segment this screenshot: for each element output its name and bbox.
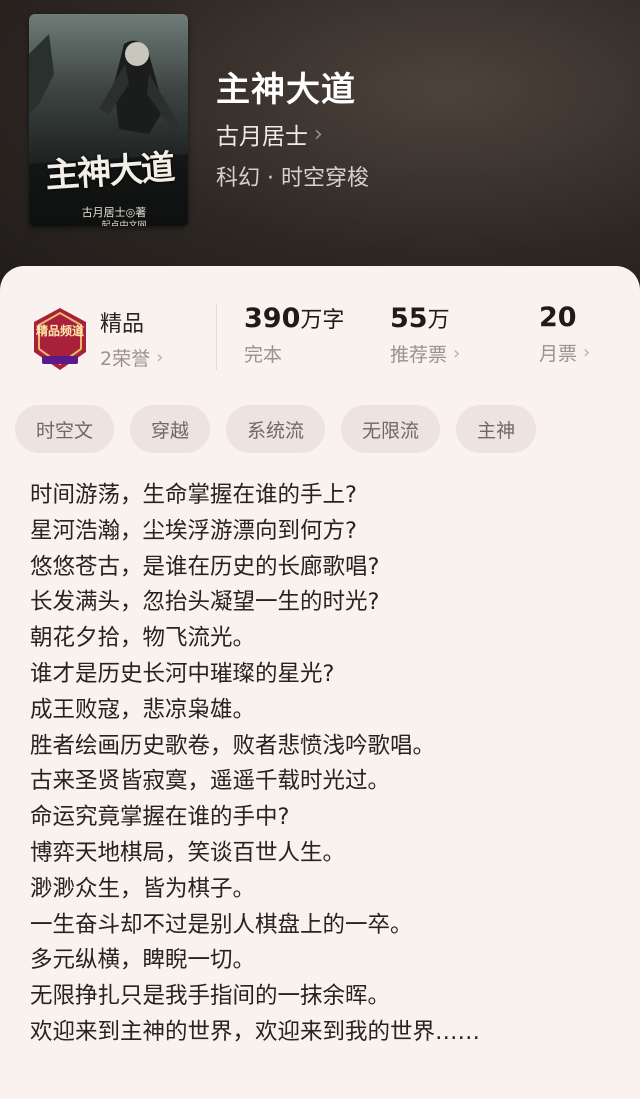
description-line: 命运究竟掌握在谁的手中? [30, 804, 290, 831]
honors-link[interactable]: 2荣誉 › [100, 344, 163, 371]
chevron-right-icon: › [583, 342, 591, 363]
tag-chip[interactable]: 无限流 [341, 405, 441, 453]
description-line: 成王败寇，悲凉枭雄。 [30, 696, 256, 723]
book-cover[interactable]: 主神大道 古月居士◎著 起点中文网 [29, 14, 188, 226]
stat-value: 390 [244, 303, 301, 334]
stat-monthly-votes[interactable]: 20 月票 › [539, 302, 590, 366]
chevron-right-icon: › [453, 343, 461, 364]
chevron-right-icon: › [314, 121, 323, 147]
description-line: 渺渺众生，皆为棋子。 [30, 875, 256, 902]
description-line: 多元纵横，睥睨一切。 [30, 947, 256, 974]
stat-word-count: 390万字 完本 [244, 302, 344, 367]
description-line: 无限挣扎只是我手指间的一抹余晖。 [30, 983, 391, 1010]
book-title: 主神大道 [216, 70, 356, 110]
stat-recommend-votes[interactable]: 55万 推荐票 › [390, 302, 460, 367]
tag-chip[interactable]: 主神 [456, 405, 537, 453]
stat-value: 55 [390, 303, 428, 334]
description-line: 胜者绘画历史歌卷，败者悲愤浅吟歌唱。 [30, 732, 436, 759]
description-line: 悠悠苍古，是谁在历史的长廊歌唱? [30, 553, 380, 580]
tag-chip[interactable]: 穿越 [130, 405, 211, 453]
description-line: 古来圣贤皆寂寞，遥遥千载时光过。 [30, 768, 391, 795]
tag-chip[interactable]: 时空文 [15, 405, 115, 453]
book-genre: 科幻 · 时空穿梭 [216, 166, 369, 191]
stat-label: 推荐票 [390, 344, 448, 366]
honors-count: 2荣誉 [100, 348, 151, 370]
book-description[interactable]: 时间游荡，生命掌握在谁的手上? 星河浩瀚，尘埃浮游漂向到何方? 悠悠苍古，是谁在… [30, 478, 620, 1051]
badge-art-text: 精品频道 [35, 324, 84, 338]
description-line: 一生奋斗却不过是别人棋盘上的一卒。 [30, 911, 413, 938]
tag-list: 时空文 穿越 系统流 无限流 主神 [15, 405, 537, 453]
description-line: 博弈天地棋局，笑谈百世人生。 [30, 839, 346, 866]
description-line: 朝花夕拾，物飞流光。 [30, 625, 256, 652]
stat-label: 月票 [539, 343, 578, 365]
stat-value: 20 [539, 302, 577, 333]
badge-label: 精品 [100, 312, 145, 337]
author-link[interactable]: 古月居士 › [216, 117, 323, 151]
description-line: 时间游荡，生命掌握在谁的手上? [30, 482, 357, 508]
description-line: 谁才是历史长河中璀璨的星光? [30, 660, 335, 687]
description-line: 星河浩瀚，尘埃浮游漂向到何方? [30, 517, 357, 544]
jingpin-badge-icon[interactable]: 精品频道 [30, 306, 90, 372]
cover-publisher: 起点中文网 [101, 221, 147, 226]
description-line: 欢迎来到主神的世界，欢迎来到我的世界…… [30, 1018, 481, 1045]
stats-row: 精品频道 精品 2荣誉 › 390万字 完本 55万 推荐票 › 20 月票 › [0, 302, 640, 382]
book-info-card: 精品频道 精品 2荣誉 › 390万字 完本 55万 推荐票 › 20 月票 › 时… [0, 266, 640, 1099]
cover-title-art: 主神大道 [44, 147, 175, 197]
stat-unit: 万字 [300, 308, 345, 333]
divider [216, 304, 217, 370]
description-line: 长发满头，忽抬头凝望一生的时光? [30, 589, 380, 616]
book-header: 主神大道 古月居士◎著 起点中文网 主神大道 古月居士 › 科幻 · 时空穿梭 [0, 0, 640, 300]
stat-label: 完本 [244, 344, 283, 366]
tag-chip[interactable]: 系统流 [226, 405, 326, 453]
chevron-right-icon: › [156, 347, 164, 368]
stat-unit: 万 [427, 308, 450, 333]
author-name: 古月居士 [216, 124, 308, 150]
